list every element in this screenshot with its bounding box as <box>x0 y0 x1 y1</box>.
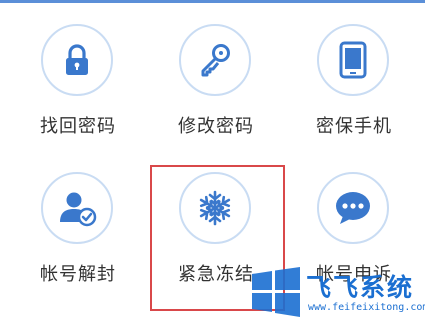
watermark: 飞飞系统 www.feifeixitong.com <box>248 264 425 322</box>
change-password-label: 修改密码 <box>178 116 254 137</box>
account-unblock-label: 帐号解封 <box>40 264 116 285</box>
phone-icon <box>339 41 367 79</box>
windows-logo-icon <box>252 267 300 317</box>
find-password-button[interactable]: 找回密码 <box>8 24 148 174</box>
user-check-icon <box>60 192 97 227</box>
account-appeal-icon-circle <box>317 172 389 244</box>
watermark-url: www.feifeixitong.com <box>308 302 425 313</box>
change-password-button[interactable]: 修改密码 <box>146 24 286 174</box>
lock-icon <box>66 44 88 75</box>
find-password-label: 找回密码 <box>40 116 116 137</box>
security-phone-button[interactable]: 密保手机 <box>284 24 424 174</box>
find-password-icon-circle <box>41 24 113 96</box>
top-bar <box>0 0 425 3</box>
change-password-icon-circle <box>179 24 251 96</box>
chat-icon <box>336 192 370 224</box>
security-phone-icon-circle <box>317 24 389 96</box>
account-unblock-icon-circle <box>41 172 113 244</box>
watermark-title: 飞飞系统 <box>306 273 415 302</box>
security-phone-label: 密保手机 <box>316 116 392 137</box>
key-icon <box>201 44 230 77</box>
account-unblock-button[interactable]: 帐号解封 <box>8 172 148 322</box>
